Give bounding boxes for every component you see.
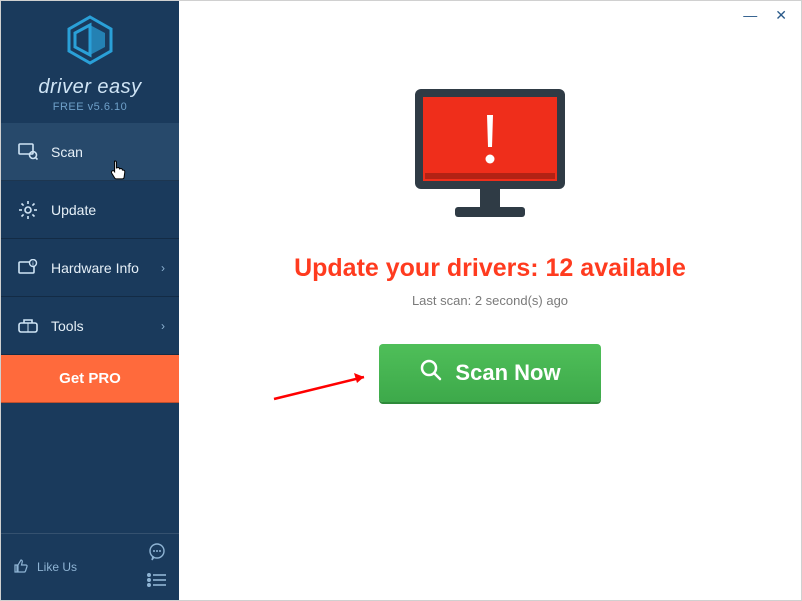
minimize-button[interactable]: — <box>743 8 757 22</box>
chevron-right-icon: › <box>161 261 165 275</box>
app-logo-icon <box>65 15 115 70</box>
nav-item-label: Scan <box>51 144 83 160</box>
nav-item-update[interactable]: Update <box>1 181 179 239</box>
app-name: driver easy <box>38 76 141 99</box>
like-us-label: Like Us <box>37 560 77 574</box>
nav-item-label: Tools <box>51 318 84 334</box>
like-us-button[interactable]: Like Us <box>13 558 77 577</box>
nav-item-label: Hardware Info <box>51 260 139 276</box>
feedback-icon[interactable] <box>147 542 167 567</box>
nav-item-scan[interactable]: Scan <box>1 123 179 181</box>
magnify-icon <box>419 358 443 388</box>
update-headline: Update your drivers: 12 available <box>294 254 686 283</box>
scan-icon <box>17 143 39 161</box>
menu-list-icon[interactable] <box>147 573 167 592</box>
nav-item-hardware-info[interactable]: i Hardware Info › <box>1 239 179 297</box>
sidebar: driver easy FREE v5.6.10 Scan Update i H… <box>1 1 179 600</box>
close-button[interactable]: ✕ <box>775 8 787 22</box>
sidebar-footer: Like Us <box>1 533 179 600</box>
last-scan-text: Last scan: 2 second(s) ago <box>412 293 568 308</box>
thumbs-up-icon <box>13 558 29 577</box>
tools-icon <box>17 317 39 335</box>
scan-now-button[interactable]: Scan Now <box>379 344 600 402</box>
app-version: FREE v5.6.10 <box>53 101 127 113</box>
gear-icon <box>17 200 39 220</box>
hardware-info-icon: i <box>17 259 39 277</box>
get-pro-button[interactable]: Get PRO <box>1 355 179 403</box>
nav: Scan Update i Hardware Info › Tools › Ge… <box>1 123 179 403</box>
nav-item-label: Update <box>51 202 96 218</box>
nav-item-tools[interactable]: Tools › <box>1 297 179 355</box>
main-panel: Update your drivers: 12 available Last s… <box>179 1 801 600</box>
brand-block: driver easy FREE v5.6.10 <box>1 1 179 123</box>
scan-now-label: Scan Now <box>455 360 560 386</box>
alert-monitor-icon <box>405 81 575 236</box>
chevron-right-icon: › <box>161 319 165 333</box>
